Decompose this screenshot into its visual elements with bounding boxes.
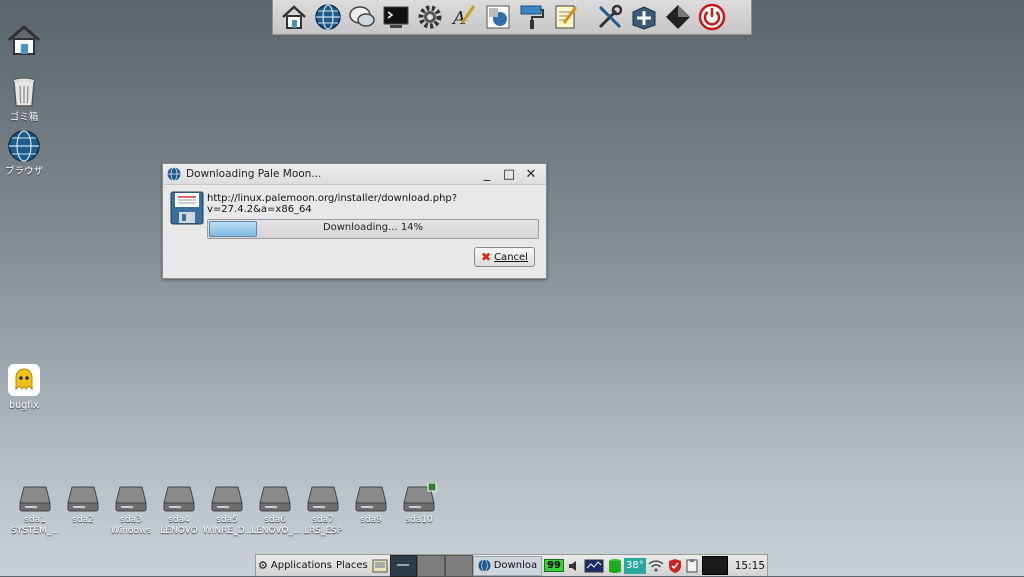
drive-sda4[interactable]: sda4 LENOVO (155, 483, 203, 537)
power-icon[interactable] (697, 2, 727, 32)
network-monitor-icon[interactable] (582, 556, 606, 576)
drive-name: sda9 (360, 515, 382, 525)
disk-cylinder-icon[interactable] (606, 556, 624, 576)
settings-gear-icon[interactable] (415, 2, 445, 32)
drawing-icon[interactable] (483, 2, 513, 32)
drive-label: WINRE_D... (203, 526, 254, 536)
bugfix-ghost-icon (6, 362, 42, 398)
cancel-button[interactable]: ✖ Cancel (474, 247, 535, 267)
drive-label: LENOVO_... (251, 526, 302, 536)
download-url: http://linux.palemoon.org/installer/down… (207, 193, 537, 215)
clipboard-icon[interactable] (684, 556, 700, 576)
drive-name: sda6 (264, 515, 286, 525)
desktop-browser-label: ブラウザ (4, 166, 43, 177)
dialog-title: Downloading Pale Moon... (186, 168, 322, 180)
drive-name: sda5 (216, 515, 238, 525)
download-progress-label: Downloading... 14% (322, 222, 424, 233)
applications-menu[interactable]: ⚙ Applications (256, 556, 334, 576)
drive-sda2[interactable]: sda2 (59, 483, 107, 526)
drive-name: sda1 (24, 515, 46, 525)
download-progress-bar: Downloading... 14% (207, 219, 539, 239)
download-url-line2: v=27.4.2&a=x86_64 (207, 204, 312, 215)
chat-icon[interactable] (347, 2, 377, 32)
drive-label: SYSTEM_... (11, 526, 60, 536)
drive-name: sda2 (72, 515, 94, 525)
maximize-button[interactable]: □ (498, 165, 520, 183)
workspace-1[interactable] (389, 554, 418, 577)
desktop-home[interactable] (0, 22, 48, 60)
workspace-2[interactable] (417, 554, 446, 577)
drive-sda1[interactable]: sda1 SYSTEM_... (11, 483, 60, 537)
drive-label: LRS_ESP (303, 526, 343, 536)
paint-roller-icon[interactable] (517, 2, 547, 32)
hard-drive-icon (65, 483, 101, 513)
workspace-3[interactable] (445, 554, 473, 577)
terminal-icon[interactable] (381, 2, 411, 32)
drive-sda9[interactable]: sda9 (347, 483, 395, 526)
volume-icon[interactable] (566, 556, 582, 576)
top-launcher-panel: A (272, 0, 752, 35)
tools-icon[interactable] (595, 2, 625, 32)
hard-drive-icon (17, 483, 53, 513)
trash-icon (6, 74, 42, 110)
firewall-shield-icon[interactable] (666, 556, 684, 576)
drive-name: sda4 (168, 515, 190, 525)
package-icon[interactable] (629, 2, 659, 32)
dialog-titlebar[interactable]: Downloading Pale Moon... _ □ ✕ (163, 164, 546, 185)
desktop-browser[interactable]: ブラウザ (0, 128, 48, 177)
battery-indicator[interactable]: 99 (542, 556, 566, 576)
bottom-taskbar: ⚙ Applications Places Downloa 99 38° 15:… (255, 554, 768, 577)
hard-drive-icon (257, 483, 293, 513)
applications-menu-label: Applications (270, 560, 332, 571)
workspace-window-marker (396, 563, 409, 566)
floppy-disk-icon (170, 191, 204, 225)
places-menu[interactable]: Places (334, 556, 370, 576)
text-editor-icon[interactable] (551, 2, 581, 32)
drive-sda6[interactable]: sda6 LENOVO_... (251, 483, 302, 537)
drive-name: sda3 (120, 515, 142, 525)
drive-sda7[interactable]: sda7 LRS_ESP (299, 483, 347, 537)
browser-globe-icon (6, 128, 42, 164)
drive-label: Windows (110, 526, 152, 536)
minimize-button[interactable]: _ (476, 165, 498, 183)
desktop-bugfix-label: bugfix (9, 400, 39, 411)
home-icon[interactable] (279, 2, 309, 32)
task-button-label: Downloa (493, 560, 538, 571)
hard-drive-icon (113, 483, 149, 513)
drive-name: sda10 (405, 515, 433, 525)
hard-drive-icon (209, 483, 245, 513)
desktop-trash-label: ゴミ箱 (9, 112, 39, 123)
hard-drive-icon (353, 483, 389, 513)
show-desktop-icon[interactable] (370, 556, 390, 576)
applications-menu-icon: ⚙ (258, 559, 268, 572)
diamond-icon[interactable] (663, 2, 693, 32)
drive-sda10[interactable]: sda10 (395, 482, 443, 526)
temperature-indicator: 38° (624, 557, 646, 574)
drive-label: LENOVO (160, 526, 198, 536)
browser-globe-icon[interactable] (313, 2, 343, 32)
drive-name: sda7 (312, 515, 334, 525)
paint-brush-icon[interactable]: A (449, 2, 479, 32)
screen-monitor-icon[interactable] (700, 556, 730, 576)
download-url-line1: http://linux.palemoon.org/installer/down… (207, 193, 458, 204)
cancel-button-label: Cancel (494, 251, 528, 263)
download-dialog: Downloading Pale Moon... _ □ ✕ http://li… (162, 163, 547, 279)
dialog-body: http://linux.palemoon.org/installer/down… (163, 185, 546, 278)
close-button[interactable]: ✕ (520, 165, 542, 183)
pale-moon-globe-icon (478, 559, 491, 572)
hard-drive-mounted-icon (401, 482, 437, 513)
desktop-trash[interactable]: ゴミ箱 (0, 74, 48, 123)
desktop-bugfix[interactable]: bugfix (0, 362, 48, 411)
cancel-x-icon: ✖ (481, 250, 492, 264)
battery-level: 99 (544, 559, 565, 572)
hard-drive-icon (161, 483, 197, 513)
task-button-download[interactable]: Downloa (472, 555, 543, 576)
pale-moon-globe-icon (167, 167, 181, 181)
clock[interactable]: 15:15 (733, 556, 767, 576)
hard-drive-icon (305, 483, 341, 513)
home-icon (6, 22, 42, 58)
wifi-icon[interactable] (646, 556, 666, 576)
drive-sda5[interactable]: sda5 WINRE_D... (203, 483, 254, 537)
drive-sda3[interactable]: sda3 Windows (107, 483, 155, 537)
